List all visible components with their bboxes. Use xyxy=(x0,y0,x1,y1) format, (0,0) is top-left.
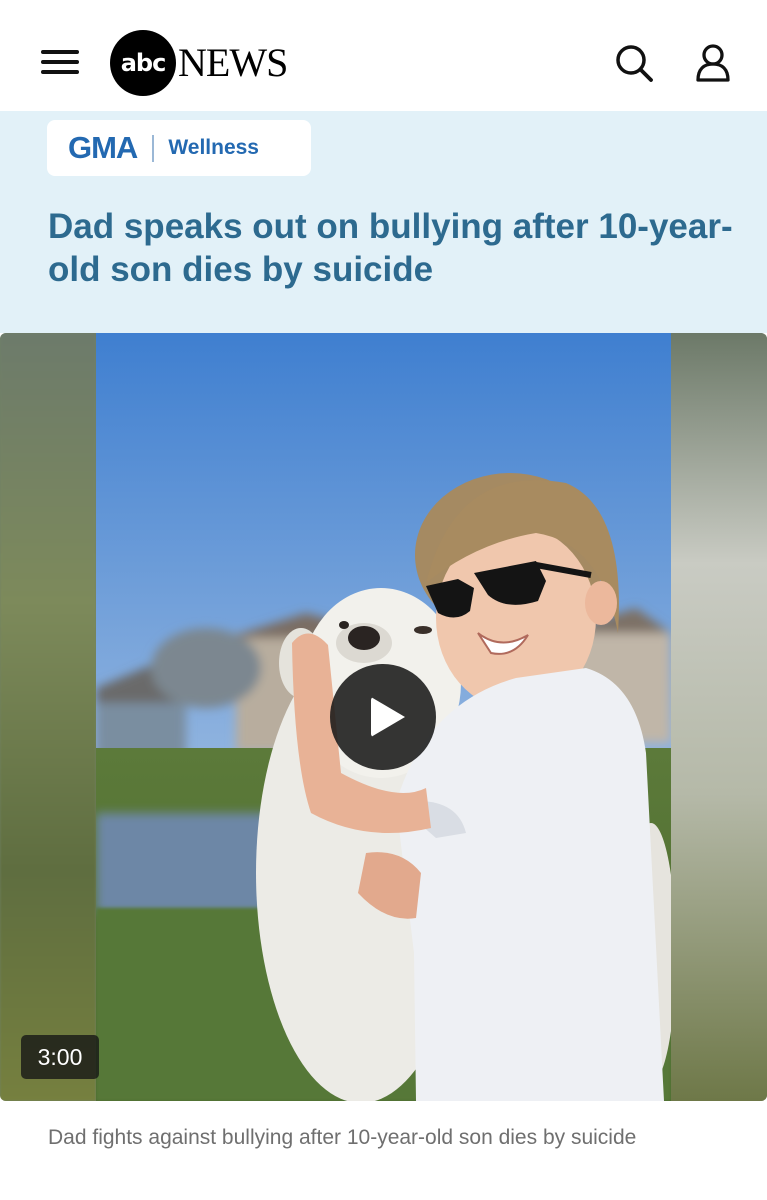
user-icon[interactable] xyxy=(692,42,734,84)
section-badge[interactable]: GMA Wellness xyxy=(47,120,311,176)
video-caption: Dad fights against bullying after 10-yea… xyxy=(48,1126,637,1149)
video-duration: 3:00 xyxy=(21,1035,99,1079)
video-player[interactable]: 3:00 xyxy=(0,333,767,1101)
badge-divider xyxy=(152,134,155,162)
abc-news-logo[interactable]: abc NEWS xyxy=(110,30,288,96)
news-wordmark: NEWS xyxy=(178,40,288,85)
gma-brand: GMA xyxy=(68,130,138,165)
video-blur-right xyxy=(671,333,767,1101)
video-blur-left xyxy=(0,333,96,1101)
article-hero: GMA Wellness Dad speaks out on bullying … xyxy=(0,111,767,333)
section-label: Wellness xyxy=(168,136,259,159)
article-headline: Dad speaks out on bullying after 10-year… xyxy=(48,207,733,289)
search-icon[interactable] xyxy=(613,42,655,84)
play-icon[interactable] xyxy=(330,664,436,770)
abc-logo-circle: abc xyxy=(110,30,176,96)
top-nav-bar: abc NEWS xyxy=(0,0,767,111)
hamburger-menu-icon[interactable] xyxy=(41,47,79,77)
